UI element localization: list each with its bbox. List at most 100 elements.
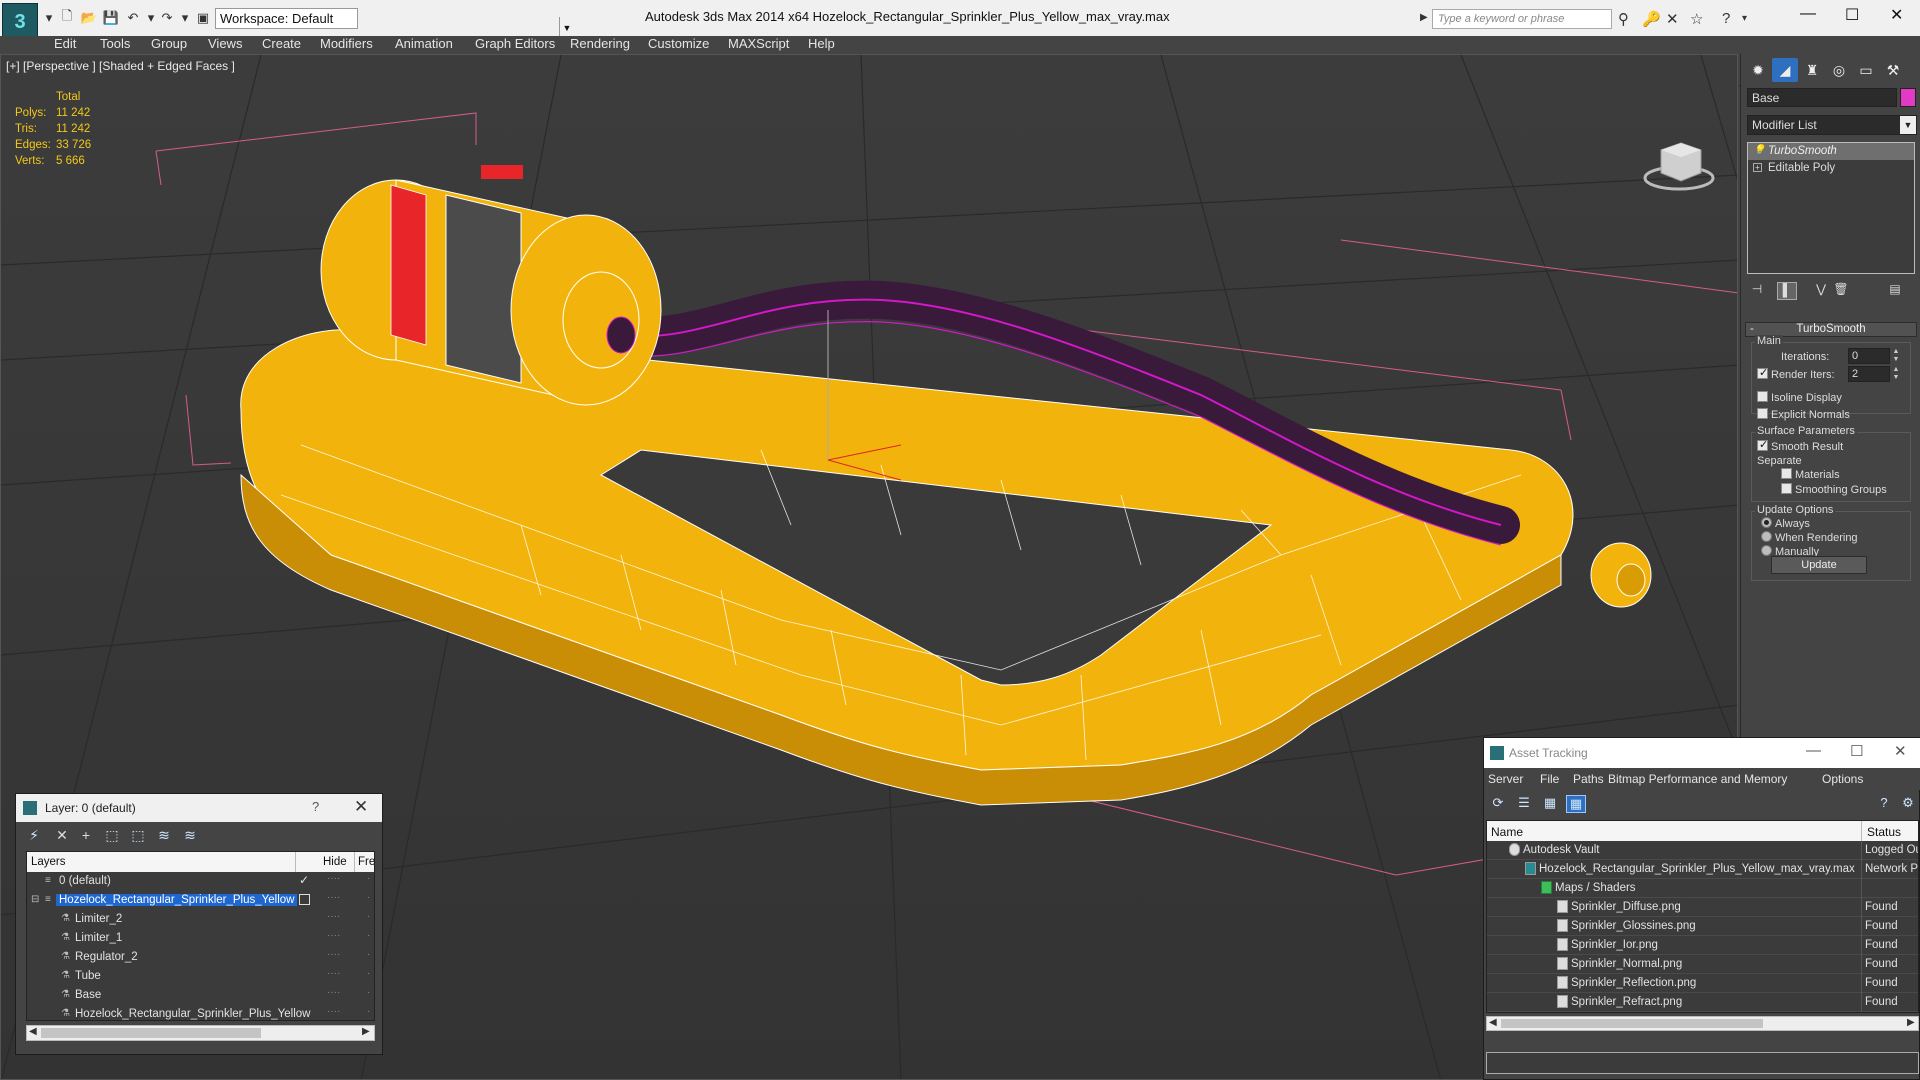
asset-row[interactable]: Sprinkler_Glossines.png Found (1487, 917, 1918, 936)
show-end-result-icon[interactable]: ▌ (1777, 282, 1797, 300)
freeze-toggle-icon[interactable]: · (367, 987, 370, 998)
layer-row[interactable]: ⚗ Limiter_1 ···· · (27, 929, 374, 948)
search-expand-icon[interactable]: ▶ (1420, 12, 1428, 23)
name-column-header[interactable]: Name (1491, 825, 1523, 839)
layer-horizontal-scrollbar[interactable]: ◀ ▶ (26, 1025, 375, 1041)
make-unique-icon[interactable]: ⋁ (1811, 282, 1831, 300)
freeze-toggle-icon[interactable]: · (367, 930, 370, 941)
asset-row[interactable]: Hozelock_Rectangular_Sprinkler_Plus_Yell… (1487, 860, 1918, 879)
freeze-toggle-icon[interactable]: · (367, 892, 370, 903)
expand-plus-icon[interactable]: + (1753, 163, 1762, 172)
collapse-minus-icon[interactable]: - (1750, 323, 1754, 335)
chevron-down-icon[interactable]: ▼ (1900, 116, 1916, 134)
object-color-swatch[interactable] (1900, 88, 1916, 107)
iterations-spinner[interactable]: 0 (1848, 348, 1890, 364)
menu-animation[interactable]: Animation (395, 36, 453, 51)
menu-rendering[interactable]: Rendering (570, 36, 630, 51)
asset-window-titlebar[interactable]: Asset Tracking — ☐ ✕ (1484, 738, 1920, 768)
set-active-layer-icon[interactable] (299, 894, 310, 905)
layer-delete-icon[interactable]: ✕ (52, 827, 72, 847)
scrollbar-thumb[interactable] (41, 1028, 261, 1038)
spinner-arrows-icon[interactable]: ▲ ▼ (1891, 366, 1901, 382)
collapse-minus-icon[interactable]: ⊟ (31, 894, 39, 905)
asset-menu-paths[interactable]: Paths (1573, 772, 1604, 786)
always-radio[interactable] (1761, 517, 1772, 528)
open-file-icon[interactable]: 📂 (80, 9, 98, 27)
asset-row[interactable]: Sprinkler_Reflection.png Found (1487, 974, 1918, 993)
utilities-tab-icon[interactable]: ⚒ (1880, 58, 1906, 82)
scroll-left-icon[interactable]: ◀ (1489, 1017, 1497, 1028)
menu-modifiers[interactable]: Modifiers (320, 36, 373, 51)
layer-window-titlebar[interactable]: Layer: 0 (default) ? ✕ (16, 794, 382, 822)
explicit-normals-checkbox[interactable] (1757, 408, 1768, 419)
freeze-toggle-icon[interactable]: · (367, 911, 370, 922)
help-icon[interactable]: ? (312, 799, 319, 814)
settings-icon[interactable]: ⚙ (1898, 795, 1918, 813)
asset-row[interactable]: Sprinkler_Ior.png Found (1487, 936, 1918, 955)
render-iters-spinner[interactable]: 2 (1848, 366, 1890, 382)
layer-select-objects-icon[interactable]: ⬚ (102, 827, 122, 847)
modifier-list-dropdown[interactable]: Modifier List ▼ (1747, 115, 1917, 135)
refresh-icon[interactable]: ⟳ (1488, 795, 1508, 813)
hide-toggle-icon[interactable]: ···· (327, 892, 340, 903)
search-input[interactable]: Type a keyword or phrase (1432, 9, 1612, 29)
scrollbar-thumb[interactable] (1501, 1019, 1763, 1028)
modify-tab-icon[interactable]: ◢ (1772, 58, 1798, 82)
layer-row[interactable]: ≡ 0 (default) ✓ ···· · (27, 872, 374, 891)
layer-add-selection-icon[interactable]: + (76, 827, 96, 847)
menu-graph-editors[interactable]: Graph Editors (475, 36, 555, 51)
asset-menu-bitmap-performance[interactable]: Bitmap Performance and Memory (1608, 772, 1787, 786)
display-tab-icon[interactable]: ▭ (1853, 58, 1879, 82)
isoline-display-checkbox[interactable] (1757, 391, 1768, 402)
freeze-toggle-icon[interactable]: · (367, 873, 370, 884)
layer-row[interactable]: ⊟ ≡ Hozelock_Rectangular_Sprinkler_Plus_… (27, 891, 374, 910)
asset-row[interactable]: Sprinkler_Diffuse.png Found (1487, 898, 1918, 917)
asset-row[interactable]: Autodesk Vault Logged Ou (1487, 841, 1918, 860)
hide-toggle-icon[interactable]: ···· (327, 911, 340, 922)
hide-toggle-icon[interactable]: ···· (327, 949, 340, 960)
motion-tab-icon[interactable]: ◎ (1826, 58, 1852, 82)
freeze-toggle-icon[interactable]: · (367, 1006, 370, 1017)
layer-row[interactable]: ⚗ Hozelock_Rectangular_Sprinkler_Plus_Ye… (27, 1005, 374, 1020)
stack-item-turbosmooth[interactable]: 💡 TurboSmooth (1748, 143, 1914, 160)
smoothing-groups-checkbox[interactable] (1781, 483, 1792, 494)
stack-item-editable-poly[interactable]: + Editable Poly (1748, 160, 1914, 177)
viewport-label[interactable]: [+] [Perspective ] [Shaded + Edged Faces… (6, 59, 235, 73)
status-column-header[interactable]: Status (1867, 825, 1901, 839)
table-view-icon[interactable]: ▦ (1566, 795, 1586, 813)
workspace-select[interactable]: Workspace: Default ▼ (215, 8, 571, 38)
manually-radio[interactable] (1761, 545, 1772, 556)
layer-create-icon[interactable]: ⚡ (24, 827, 44, 847)
hide-toggle-icon[interactable]: ···· (327, 930, 340, 941)
hide-toggle-icon[interactable]: ···· (327, 987, 340, 998)
minimize-window-icon[interactable]: — (1800, 5, 1816, 23)
close-window-icon[interactable]: ✕ (1890, 5, 1903, 25)
redo-dropdown-icon[interactable]: ▾ (176, 9, 194, 27)
favorites-star-icon[interactable]: ☆ (1690, 10, 1703, 28)
hide-toggle-icon[interactable]: ···· (327, 968, 340, 979)
close-icon[interactable]: ✕ (1894, 742, 1907, 760)
subscription-icon[interactable]: 🔑 (1642, 10, 1661, 28)
asset-menu-server[interactable]: Server (1488, 772, 1523, 786)
redo-icon[interactable]: ↷ (158, 9, 176, 27)
minimize-icon[interactable]: — (1806, 742, 1821, 759)
pin-stack-icon[interactable]: ⊣ (1747, 282, 1767, 300)
hide-toggle-icon[interactable]: ···· (327, 1006, 340, 1017)
hierarchy-tab-icon[interactable]: ♜ (1799, 58, 1825, 82)
layer-row[interactable]: ⚗ Tube ···· · (27, 967, 374, 986)
maximize-window-icon[interactable]: ☐ (1845, 5, 1859, 25)
communication-icon[interactable]: ✕ (1666, 10, 1679, 28)
scroll-left-icon[interactable]: ◀ (29, 1026, 37, 1037)
scroll-right-icon[interactable]: ▶ (1907, 1017, 1915, 1028)
scroll-right-icon[interactable]: ▶ (362, 1026, 370, 1037)
render-iters-checkbox[interactable] (1757, 366, 1768, 379)
app-menu-arrow-icon[interactable]: ▾ (40, 9, 58, 27)
asset-row[interactable]: Sprinkler_Normal.png Found (1487, 955, 1918, 974)
save-file-icon[interactable]: 💾 (102, 9, 120, 27)
smooth-result-checkbox[interactable] (1757, 438, 1768, 451)
modifier-stack[interactable]: 💡 TurboSmooth + Editable Poly (1747, 142, 1915, 274)
asset-horizontal-scrollbar[interactable]: ◀ ▶ (1486, 1016, 1919, 1031)
undo-icon[interactable]: ↶ (124, 9, 142, 27)
menu-create[interactable]: Create (262, 36, 301, 51)
layer-freeze-all-icon[interactable]: ≋ (180, 827, 200, 847)
